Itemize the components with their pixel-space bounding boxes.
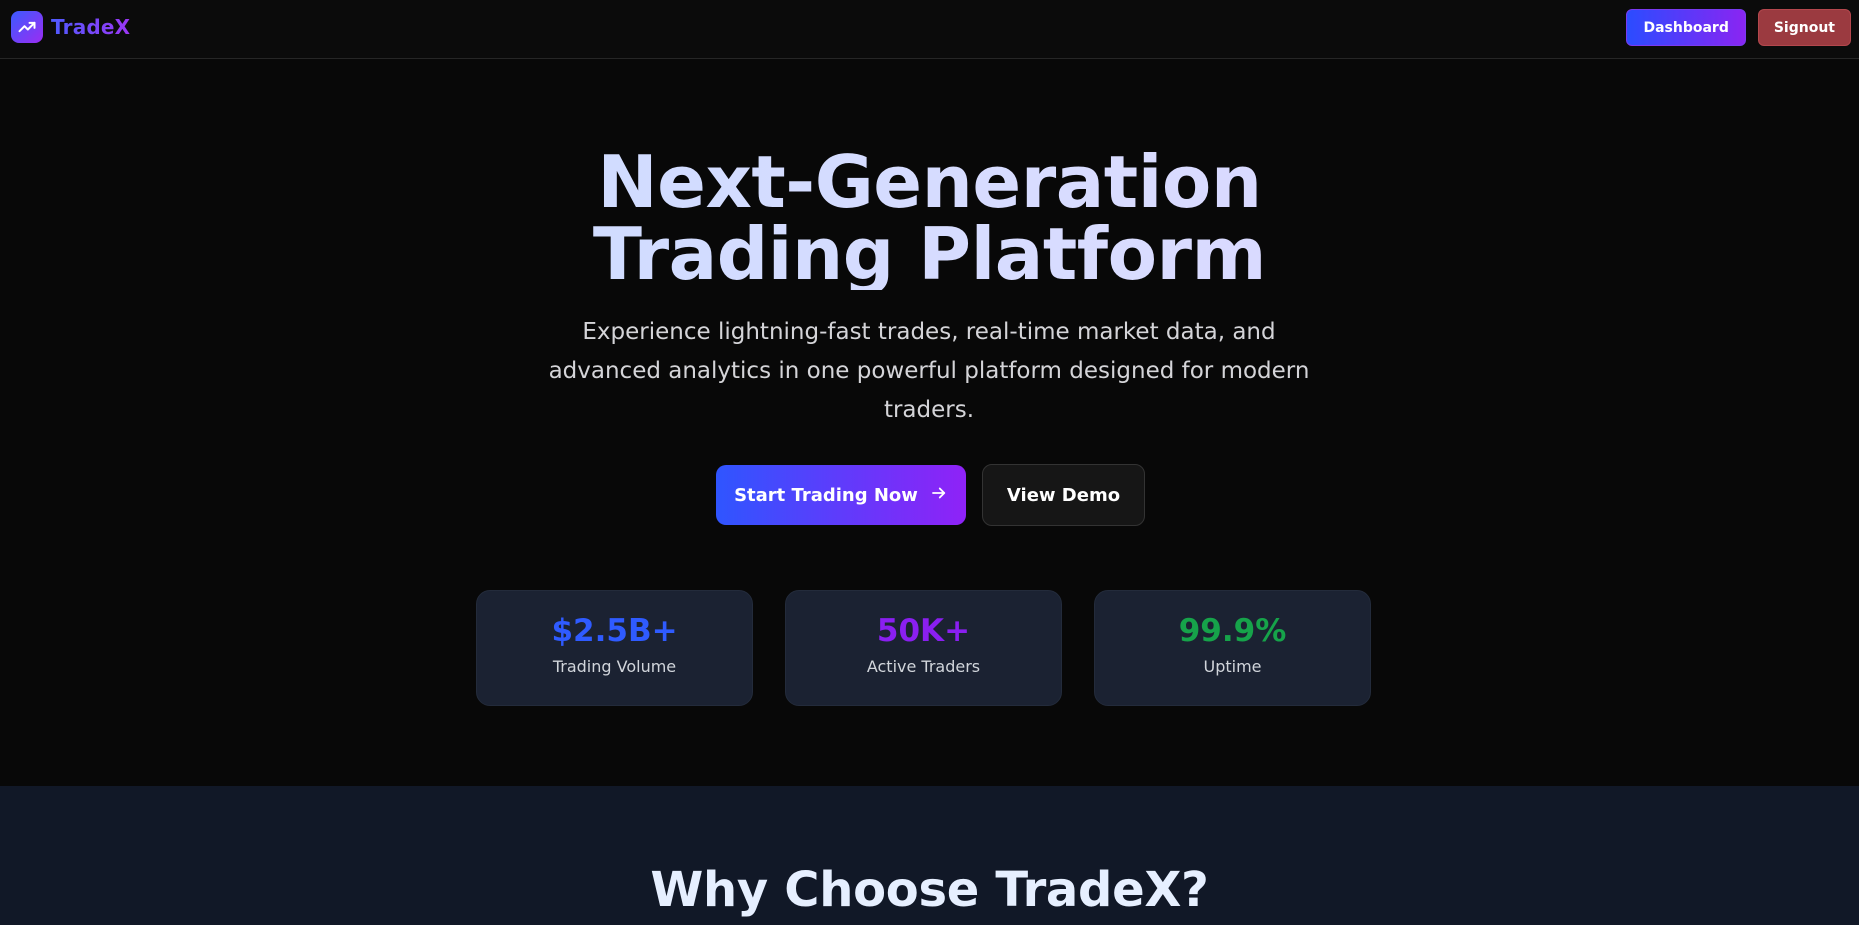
hero-title-line-2: Trading Platform xyxy=(592,212,1267,296)
trending-up-icon xyxy=(11,11,43,43)
nav-actions: Dashboard Signout xyxy=(1626,9,1851,46)
arrow-right-icon xyxy=(930,484,948,507)
stat-card-active-traders: 50K+ Active Traders xyxy=(785,590,1062,706)
stat-value: $2.5B+ xyxy=(551,613,678,649)
brand-name: TradeX xyxy=(51,15,131,39)
view-demo-button[interactable]: View Demo xyxy=(982,464,1145,526)
cta-row: Start Trading Now View Demo xyxy=(0,464,1859,526)
stat-label: Uptime xyxy=(1203,657,1262,676)
hero-title-line-1: Next-Generation xyxy=(597,140,1262,224)
dashboard-button[interactable]: Dashboard xyxy=(1626,9,1746,46)
features-title: Why Choose TradeX? xyxy=(650,862,1209,918)
navbar: TradeX Dashboard Signout xyxy=(0,0,1859,59)
stat-card-uptime: 99.9% Uptime xyxy=(1094,590,1371,706)
signout-button[interactable]: Signout xyxy=(1757,9,1851,46)
start-trading-label: Start Trading Now xyxy=(734,484,918,506)
hero-section: Next-Generation Trading Platform Experie… xyxy=(0,60,1859,786)
stat-value: 50K+ xyxy=(876,613,971,649)
hero-title: Next-Generation Trading Platform xyxy=(0,146,1859,290)
stat-label: Trading Volume xyxy=(552,657,677,676)
stat-value: 99.9% xyxy=(1178,613,1287,649)
stat-card-trading-volume: $2.5B+ Trading Volume xyxy=(476,590,753,706)
stats-row: $2.5B+ Trading Volume 50K+ Active Trader… xyxy=(476,590,1371,706)
features-section: Why Choose TradeX? xyxy=(0,786,1859,925)
stat-label: Active Traders xyxy=(866,657,981,676)
start-trading-button[interactable]: Start Trading Now xyxy=(716,465,966,525)
brand-link[interactable]: TradeX xyxy=(11,11,130,43)
hero-subtitle: Experience lightning-fast trades, real-t… xyxy=(548,319,1310,423)
